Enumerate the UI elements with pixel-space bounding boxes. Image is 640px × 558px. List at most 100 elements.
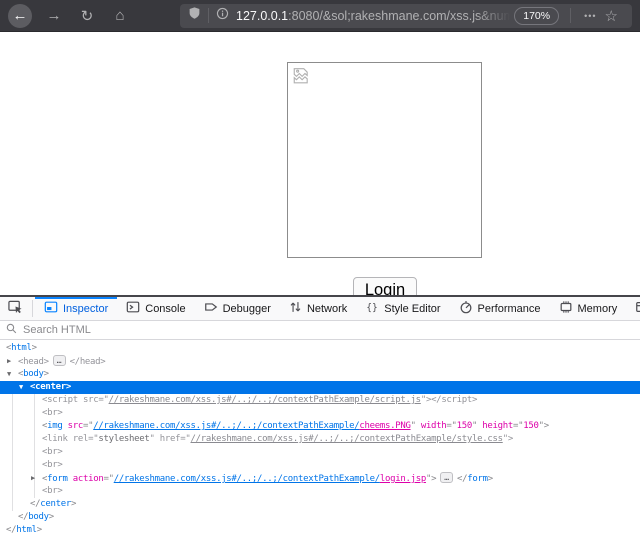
markup-token: > bbox=[32, 343, 37, 353]
markup-token: > bbox=[44, 369, 49, 379]
tab-console[interactable]: Console bbox=[117, 297, 194, 320]
tab-label: Console bbox=[145, 303, 185, 315]
markup-row[interactable]: <br> bbox=[0, 446, 640, 459]
markup-token: br bbox=[47, 460, 57, 470]
markup-token: </ bbox=[431, 395, 441, 405]
markup-token: br bbox=[47, 408, 57, 418]
markup-token: > bbox=[66, 382, 71, 392]
node-link[interactable]: //rakeshmane.com/xss.js#/..;/..;/context… bbox=[93, 421, 359, 431]
tab-inspector[interactable]: Inspector bbox=[35, 297, 117, 320]
info-icon[interactable] bbox=[216, 7, 229, 25]
style-editor-icon: {} bbox=[365, 300, 379, 317]
markup-row[interactable]: ▶<head>…</head> bbox=[0, 355, 640, 368]
markup-row[interactable]: </html> bbox=[0, 524, 640, 537]
star-icon: ☆ bbox=[605, 8, 618, 25]
broken-image-icon bbox=[288, 76, 314, 93]
reload-icon: ↻ bbox=[81, 7, 94, 25]
markup-token: </ bbox=[457, 474, 467, 484]
markup-token: =" bbox=[103, 474, 113, 484]
markup-token: </ bbox=[6, 525, 16, 535]
markup-token: > bbox=[544, 421, 549, 431]
markup-token: </ bbox=[30, 499, 40, 509]
node-link[interactable]: //rakeshmane.com/xss.js#/..;/..;/context… bbox=[114, 474, 380, 484]
home-icon: ⌂ bbox=[115, 7, 124, 24]
shield-icon[interactable] bbox=[188, 6, 201, 25]
tab-memory[interactable]: Memory bbox=[550, 297, 627, 320]
markup-token: =" bbox=[180, 434, 190, 444]
markup-token: =" bbox=[88, 434, 98, 444]
markup-token: > bbox=[44, 357, 49, 367]
broken-image-box bbox=[287, 62, 482, 258]
url-text[interactable]: 127.0.0.1:8080/&sol;rakeshmane.com/xss.j… bbox=[236, 9, 510, 23]
markup-token: html bbox=[11, 343, 31, 353]
node-link[interactable]: //rakeshmane.com/xss.js#/..;/..;/context… bbox=[109, 395, 421, 405]
markup-token: > bbox=[431, 474, 436, 484]
login-button[interactable]: Login bbox=[353, 277, 417, 295]
markup-token: > bbox=[71, 499, 76, 509]
identity-separator bbox=[208, 8, 209, 23]
markup-token: > bbox=[49, 512, 54, 522]
page-content: Login bbox=[0, 32, 640, 295]
expand-badge[interactable]: … bbox=[53, 355, 66, 366]
markup-token: head bbox=[23, 357, 43, 367]
tab-storage[interactable]: Storage bbox=[626, 297, 640, 320]
toolbar-separator bbox=[32, 300, 33, 317]
expand-arrow-right-icon[interactable]: ▶ bbox=[7, 355, 11, 368]
expand-arrow-down-icon[interactable]: ▼ bbox=[19, 381, 23, 394]
markup-row[interactable]: ▶<form action="//rakeshmane.com/xss.js#/… bbox=[0, 472, 640, 485]
zoom-level-badge[interactable]: 170% bbox=[514, 7, 559, 25]
performance-icon bbox=[459, 300, 473, 317]
markup-token: width bbox=[416, 421, 447, 431]
bookmark-button[interactable]: ☆ bbox=[603, 7, 624, 25]
markup-row[interactable]: <img src="//rakeshmane.com/xss.js#/..;/.… bbox=[0, 420, 640, 433]
markup-row[interactable]: <link rel="stylesheet" href="//rakeshman… bbox=[0, 433, 640, 446]
tab-style-editor[interactable]: {} Style Editor bbox=[356, 297, 449, 320]
markup-token: center bbox=[35, 382, 66, 392]
markup-token: head bbox=[80, 357, 100, 367]
markup-row[interactable]: </body> bbox=[0, 511, 640, 524]
markup-token: height bbox=[477, 421, 513, 431]
search-input[interactable] bbox=[23, 324, 634, 336]
expand-badge[interactable]: … bbox=[440, 472, 453, 483]
url-bar[interactable]: 127.0.0.1:8080/&sol;rakeshmane.com/xss.j… bbox=[180, 4, 632, 28]
markup-token: form bbox=[467, 474, 487, 484]
ellipsis-icon: ••• bbox=[584, 11, 596, 21]
tab-label: Style Editor bbox=[384, 303, 440, 315]
markup-row[interactable]: </center> bbox=[0, 498, 640, 511]
element-picker-icon bbox=[8, 299, 23, 319]
home-button[interactable]: ⌂ bbox=[107, 3, 133, 29]
reload-button[interactable]: ↻ bbox=[74, 3, 100, 29]
markup-token: form bbox=[47, 474, 67, 484]
element-picker-button[interactable] bbox=[0, 297, 30, 320]
back-button[interactable]: ← bbox=[8, 4, 32, 28]
markup-row[interactable]: <br> bbox=[0, 459, 640, 472]
markup-row[interactable]: <br> bbox=[0, 407, 640, 420]
tab-network[interactable]: Network bbox=[280, 297, 356, 320]
markup-view: <html>▶<head>…</head>▼<body>▼<center><sc… bbox=[0, 340, 640, 558]
markup-token: > bbox=[57, 408, 62, 418]
markup-token: rel bbox=[68, 434, 88, 444]
expand-arrow-right-icon[interactable]: ▶ bbox=[31, 472, 35, 485]
page-actions-button[interactable]: ••• bbox=[578, 11, 602, 21]
markup-token: > bbox=[472, 395, 477, 405]
storage-icon bbox=[635, 300, 640, 317]
markup-row[interactable]: <br> bbox=[0, 485, 640, 498]
node-link[interactable]: login.jsp bbox=[380, 474, 426, 484]
markup-token: src bbox=[78, 395, 98, 405]
node-link[interactable]: cheems.PNG bbox=[359, 421, 410, 431]
markup-token: > bbox=[488, 474, 493, 484]
markup-row[interactable]: ▼<center> bbox=[0, 381, 640, 394]
forward-button[interactable]: → bbox=[41, 3, 67, 29]
markup-row[interactable]: <html> bbox=[0, 342, 640, 355]
expand-arrow-down-icon[interactable]: ▼ bbox=[7, 368, 11, 381]
tab-performance[interactable]: Performance bbox=[450, 297, 550, 320]
tab-debugger[interactable]: Debugger bbox=[195, 297, 280, 320]
markup-row[interactable]: <script src="//rakeshmane.com/xss.js#/..… bbox=[0, 394, 640, 407]
markup-row[interactable]: ▼<body> bbox=[0, 368, 640, 381]
arrow-right-icon: → bbox=[47, 7, 62, 24]
inspector-icon bbox=[44, 300, 58, 317]
console-icon bbox=[126, 300, 140, 317]
markup-token: html bbox=[16, 525, 36, 535]
node-link[interactable]: //rakeshmane.com/xss.js#/..;/..;/context… bbox=[191, 434, 503, 444]
urlbar-separator bbox=[570, 8, 571, 23]
